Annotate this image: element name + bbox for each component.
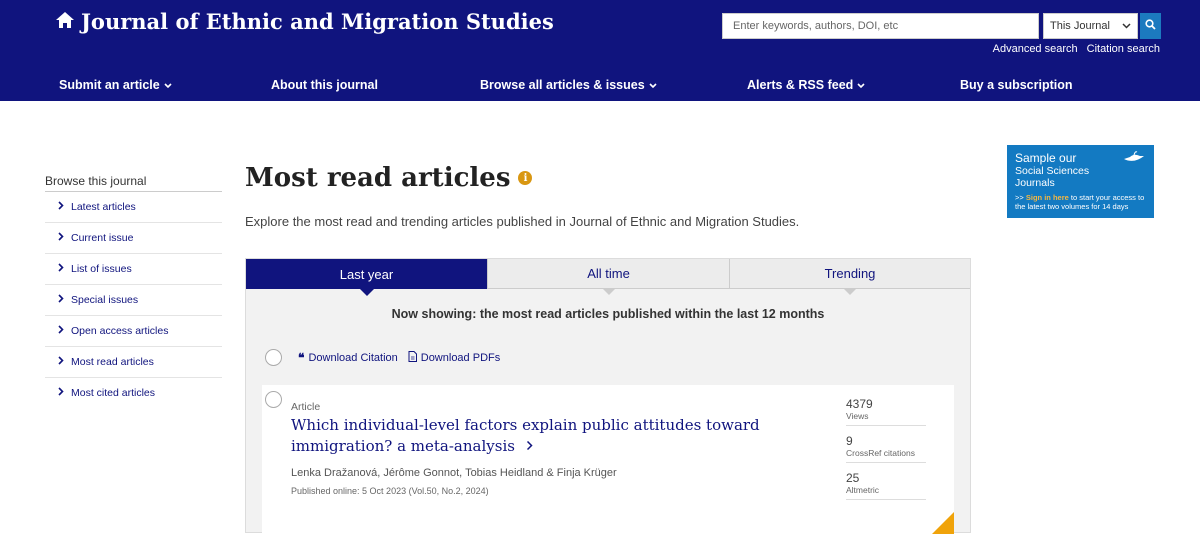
metric-value: 4379	[846, 397, 873, 411]
page-title: Most read articles	[245, 163, 511, 193]
article-metrics: 4379 Views 9 CrossRef citations 25 Altme…	[846, 395, 926, 506]
chevron-right-icon	[58, 201, 64, 213]
select-all-checkbox[interactable]	[265, 349, 282, 366]
nav-label: About this journal	[271, 78, 378, 92]
main-nav: Submit an article About this journal Bro…	[0, 78, 1200, 94]
chevron-right-icon	[58, 325, 64, 337]
sidebar-item-label: Most read articles	[71, 356, 154, 368]
search-input[interactable]	[722, 13, 1039, 39]
tab-last-year[interactable]: Last year	[246, 259, 487, 296]
sidebar-item-most-read[interactable]: Most read articles	[45, 347, 222, 378]
chevron-right-icon	[58, 387, 64, 399]
ad-arrows: >>	[1015, 193, 1024, 202]
sidebar-item-current-issue[interactable]: Current issue	[45, 223, 222, 254]
nav-label: Browse all articles & issues	[480, 78, 645, 92]
chevron-down-icon	[164, 78, 172, 92]
download-citation-link[interactable]: ❝ Download Citation	[298, 351, 398, 365]
metric-crossref: 9 CrossRef citations	[846, 432, 926, 463]
home-icon	[55, 9, 75, 34]
sidebar-item-open-access[interactable]: Open access articles	[45, 316, 222, 347]
site-header: Journal of Ethnic and Migration Studies …	[0, 0, 1200, 101]
search-links: Advanced search Citation search	[993, 43, 1160, 55]
tab-indicator	[843, 288, 857, 295]
article-authors: Lenka Dražanová, Jérôme Gonnot, Tobias H…	[291, 467, 617, 479]
ad-signin-link[interactable]: Sign in here	[1026, 193, 1069, 202]
tab-label: Trending	[824, 266, 876, 281]
nav-label: Alerts & RSS feed	[747, 78, 854, 92]
ad-subheading-2: Journals	[1015, 177, 1055, 189]
metric-value: 25	[846, 471, 860, 485]
advanced-search-link[interactable]: Advanced search	[993, 43, 1078, 55]
sidebar-item-label: Special issues	[71, 294, 139, 306]
nav-submit-article[interactable]: Submit an article	[59, 78, 172, 92]
sidebar: Browse this journal Latest articles Curr…	[45, 174, 222, 408]
chevron-down-icon	[857, 78, 865, 92]
metric-value: 9	[846, 434, 853, 448]
info-icon[interactable]: i	[518, 171, 533, 185]
sidebar-item-label: List of issues	[71, 263, 132, 275]
now-showing-text: Now showing: the most read articles publ…	[391, 307, 825, 321]
sidebar-item-list-of-issues[interactable]: List of issues	[45, 254, 222, 285]
citation-search-link[interactable]: Citation search	[1087, 43, 1160, 55]
chevron-right-icon	[58, 356, 64, 368]
article-select-checkbox[interactable]	[265, 391, 282, 408]
open-access-icon	[932, 512, 954, 534]
sidebar-item-special-issues[interactable]: Special issues	[45, 285, 222, 316]
quote-icon: ❝	[298, 350, 305, 365]
nav-alerts-rss[interactable]: Alerts & RSS feed	[747, 78, 865, 92]
tab-label: All time	[587, 266, 630, 281]
chevron-right-icon	[58, 263, 64, 275]
tab-indicator	[359, 289, 374, 296]
journal-logo[interactable]: Journal of Ethnic and Migration Studies	[55, 9, 554, 34]
chevron-down-icon	[1122, 20, 1131, 32]
sidebar-item-label: Most cited articles	[71, 387, 156, 399]
metric-altmetric: 25 Altmetric	[846, 469, 926, 500]
metric-views: 4379 Views	[846, 395, 926, 426]
sidebar-item-label: Open access articles	[71, 325, 169, 337]
nav-label: Submit an article	[59, 78, 160, 92]
tab-trending[interactable]: Trending	[729, 259, 970, 295]
pdf-file-icon	[408, 350, 417, 365]
download-citation-label: Download Citation	[308, 351, 398, 364]
search-icon	[1145, 17, 1156, 35]
sample-journals-ad[interactable]: Sample our Social Sciences Journals >> S…	[1007, 145, 1154, 218]
page-subtitle: Explore the most read and trending artic…	[245, 214, 800, 229]
chevron-right-icon	[58, 294, 64, 306]
metric-label: Views	[846, 411, 869, 421]
search-scope-select[interactable]: This Journal	[1043, 13, 1138, 39]
article-published: Published online: 5 Oct 2023 (Vol.50, No…	[291, 486, 489, 496]
sidebar-item-label: Current issue	[71, 232, 134, 244]
article-card: Article Which individual-level factors e…	[262, 385, 954, 534]
chevron-down-icon	[649, 78, 657, 92]
page-title-row: Most read articles i	[245, 163, 533, 193]
nav-buy-subscription[interactable]: Buy a subscription	[960, 78, 1073, 92]
chevron-right-icon	[526, 436, 533, 457]
nav-browse-articles[interactable]: Browse all articles & issues	[480, 78, 657, 92]
lamp-icon	[1122, 150, 1146, 168]
tab-all-time[interactable]: All time	[487, 259, 729, 295]
journal-title: Journal of Ethnic and Migration Studies	[81, 9, 554, 34]
ad-cta: >> Sign in here to start your access to …	[1015, 193, 1146, 211]
search-scope-value: This Journal	[1050, 20, 1110, 32]
nav-about-journal[interactable]: About this journal	[271, 78, 378, 92]
download-pdfs-link[interactable]: Download PDFs	[408, 350, 501, 365]
article-type: Article	[291, 401, 321, 413]
article-title-link[interactable]: Which individual-level factors explain p…	[291, 415, 761, 457]
tab-indicator	[601, 288, 616, 295]
chevron-right-icon	[58, 232, 64, 244]
sidebar-item-latest-articles[interactable]: Latest articles	[45, 192, 222, 223]
search-button[interactable]	[1140, 13, 1161, 39]
most-read-panel: Last year All time Trending Now showing:…	[245, 258, 971, 534]
sidebar-title: Browse this journal	[45, 174, 222, 192]
metric-label: Altmetric	[846, 485, 880, 495]
bulk-actions: ❝ Download Citation Download PDFs	[265, 349, 500, 366]
metric-label: CrossRef citations	[846, 448, 915, 458]
tab-label: Last year	[339, 266, 394, 282]
sidebar-item-label: Latest articles	[71, 201, 136, 213]
download-pdfs-label: Download PDFs	[420, 351, 501, 364]
sidebar-item-most-cited[interactable]: Most cited articles	[45, 378, 222, 408]
nav-label: Buy a subscription	[960, 78, 1073, 92]
